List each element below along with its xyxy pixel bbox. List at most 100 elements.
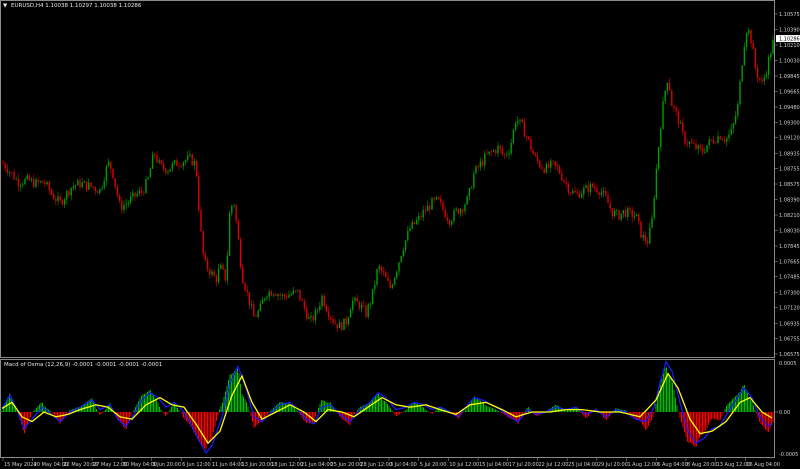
- candle-body: [173, 160, 176, 164]
- candle-body: [294, 290, 297, 292]
- candle-body: [193, 161, 196, 166]
- candle-body: [24, 178, 26, 185]
- candle-body: [453, 210, 455, 222]
- candle-body: [728, 134, 730, 139]
- candle-body: [191, 154, 193, 166]
- candle-body: [123, 204, 125, 211]
- candle-body: [723, 139, 726, 142]
- candle-body: [624, 210, 627, 217]
- candle-body: [594, 186, 596, 189]
- candle-body: [514, 123, 517, 130]
- candle-body: [354, 297, 356, 301]
- candle-body: [206, 259, 209, 270]
- candle-body: [391, 284, 394, 288]
- candle-body: [649, 227, 651, 244]
- time-tick-label: 6 Jun 12:00: [182, 462, 211, 468]
- candle-body: [228, 213, 231, 256]
- candle-body: [424, 210, 427, 212]
- candle-body: [338, 322, 341, 329]
- candle-body: [523, 122, 526, 137]
- candle-body: [334, 322, 336, 325]
- candle-body: [765, 74, 768, 78]
- candle-body: [292, 290, 295, 294]
- candle-body: [763, 77, 765, 82]
- candle-body: [222, 264, 224, 270]
- candle-body: [596, 188, 598, 193]
- candle-body: [132, 192, 134, 197]
- price-tick-label: 1.09300: [779, 120, 800, 126]
- candle-body: [356, 297, 358, 302]
- candle-body: [268, 291, 270, 297]
- candle-body: [583, 188, 585, 195]
- candle-body: [422, 210, 424, 218]
- candle-body: [501, 149, 504, 155]
- candle-body: [706, 145, 708, 152]
- candle-body: [605, 191, 607, 196]
- candle-body: [587, 185, 589, 193]
- candle-body: [37, 179, 39, 183]
- candle-body: [437, 196, 440, 199]
- candle-body: [629, 208, 631, 211]
- candle-body: [558, 166, 561, 174]
- candle-body: [484, 153, 486, 166]
- candle-body: [352, 300, 354, 310]
- candle-body: [756, 67, 759, 78]
- candle-body: [231, 205, 233, 214]
- candle-body: [134, 192, 136, 197]
- candle-body: [79, 180, 81, 188]
- candle-body: [464, 204, 466, 212]
- candle-body: [85, 181, 88, 190]
- candle-body: [770, 53, 772, 58]
- candle-body: [77, 180, 79, 186]
- candle-body: [578, 192, 581, 198]
- time-tick-label: 17 Jul 20:00: [509, 462, 539, 468]
- candle-body: [666, 82, 669, 91]
- candle-body: [585, 185, 587, 189]
- candle-body: [607, 195, 609, 204]
- price-tick-label: 1.09845: [779, 74, 800, 80]
- candle-body: [13, 172, 15, 180]
- candle-body: [46, 182, 48, 185]
- candle-body: [715, 142, 717, 144]
- candle-body: [332, 318, 334, 323]
- candle-body: [589, 183, 592, 193]
- candle-body: [457, 208, 460, 214]
- time-tick-label: 28 Jun 12:00: [360, 462, 392, 468]
- time-tick-label: 16 Aug 04:00: [746, 462, 780, 468]
- candle-body: [88, 182, 90, 190]
- indicator-window-title: Macd of Osma (12,26,9) -0.0001 -0.0001 -…: [4, 362, 162, 368]
- candle-body: [314, 310, 317, 321]
- candle-body: [495, 150, 497, 154]
- candle-body: [389, 280, 391, 288]
- candle-body: [576, 192, 578, 194]
- price-tick-label: 1.10030: [779, 58, 800, 64]
- candle-body: [475, 166, 477, 174]
- candle-body: [68, 191, 70, 196]
- candle-body: [244, 283, 246, 291]
- candle-body: [671, 90, 673, 106]
- candle-body: [673, 105, 675, 108]
- chart-canvas: 1.10575 1.10390 1.10210 1.10030 1.09845 1.096…: [0, 0, 800, 469]
- candle-body: [481, 161, 484, 166]
- candle-body: [521, 119, 523, 123]
- candle-body: [253, 304, 255, 317]
- candle-body: [114, 178, 116, 187]
- candle-body: [431, 198, 433, 210]
- candle-body: [468, 188, 471, 197]
- candle-body: [299, 289, 301, 300]
- price-tick-label: 1.07120: [779, 306, 800, 312]
- candle-body: [360, 304, 363, 309]
- candle-body: [479, 161, 482, 168]
- candle-body: [224, 269, 226, 281]
- candle-body: [279, 294, 281, 296]
- price-tick-label: 1.08210: [779, 213, 800, 219]
- price-tick-label: 1.07300: [779, 290, 800, 296]
- candle-body: [39, 181, 42, 183]
- time-tick-label: 21 Jun 04:00: [301, 462, 333, 468]
- time-tick-label: 25 Jun 20:00: [331, 462, 363, 468]
- candle-body: [664, 90, 666, 102]
- candle-body: [701, 148, 704, 153]
- candle-body: [44, 182, 46, 185]
- candle-body: [726, 138, 728, 142]
- candle-body: [657, 147, 660, 169]
